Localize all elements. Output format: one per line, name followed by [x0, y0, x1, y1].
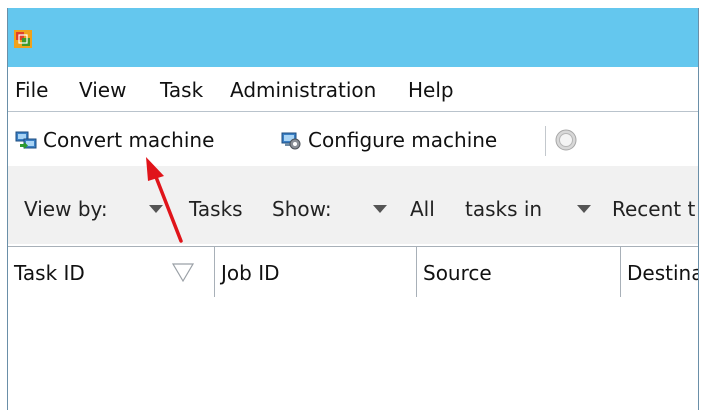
convert-machine-button[interactable]: Convert machine — [15, 125, 214, 155]
menu-administration[interactable]: Administration — [230, 77, 376, 103]
column-task-id-label: Task ID — [14, 261, 85, 285]
menu-separator — [8, 111, 698, 112]
app-icon — [14, 30, 32, 48]
column-destination-label: Destina — [627, 261, 699, 285]
show-label: Show: — [272, 197, 332, 221]
toolbar: Convert machine Configure machine — [8, 114, 698, 164]
screenshot-frame: File View Task Administration Help Conve… — [0, 0, 706, 410]
view-by-label: View by: — [24, 197, 108, 221]
column-task-id[interactable]: Task ID — [8, 247, 215, 297]
convert-machine-icon — [15, 131, 37, 149]
menu-help[interactable]: Help — [408, 77, 454, 103]
column-job-id-label: Job ID — [221, 261, 280, 285]
task-table-header: Task ID Job ID Source Destina — [8, 246, 698, 298]
configure-machine-icon — [281, 132, 301, 150]
menu-bar: File View Task Administration Help — [8, 71, 698, 109]
converter-window: File View Task Administration Help Conve… — [7, 8, 699, 410]
configure-machine-button[interactable]: Configure machine — [280, 125, 497, 155]
show-dropdown-arrow-icon[interactable] — [373, 205, 387, 213]
task-table-body — [8, 297, 698, 410]
filter-bar: View by: Tasks Show: All tasks in Recent… — [8, 166, 698, 244]
tasks-in-value[interactable]: Recent t — [612, 196, 695, 222]
tasks-in-label: tasks in — [465, 197, 543, 221]
show-value[interactable]: All — [410, 196, 435, 222]
stop-icon[interactable] — [555, 129, 577, 151]
sort-descending-icon — [171, 263, 195, 283]
menu-file[interactable]: File — [15, 77, 48, 103]
title-bar — [8, 8, 698, 67]
toolbar-divider — [545, 126, 546, 156]
view-by-value[interactable]: Tasks — [189, 196, 243, 222]
configure-machine-label: Configure machine — [308, 128, 498, 152]
column-job-id[interactable]: Job ID — [215, 247, 417, 297]
view-by-dropdown-arrow-icon[interactable] — [149, 205, 163, 213]
convert-machine-label: Convert machine — [43, 128, 215, 152]
column-source[interactable]: Source — [417, 247, 621, 297]
tasks-in-dropdown-arrow-icon[interactable] — [577, 205, 591, 213]
column-source-label: Source — [423, 261, 492, 285]
menu-view[interactable]: View — [79, 77, 126, 103]
column-destination[interactable]: Destina — [621, 247, 699, 297]
menu-task[interactable]: Task — [160, 77, 203, 103]
